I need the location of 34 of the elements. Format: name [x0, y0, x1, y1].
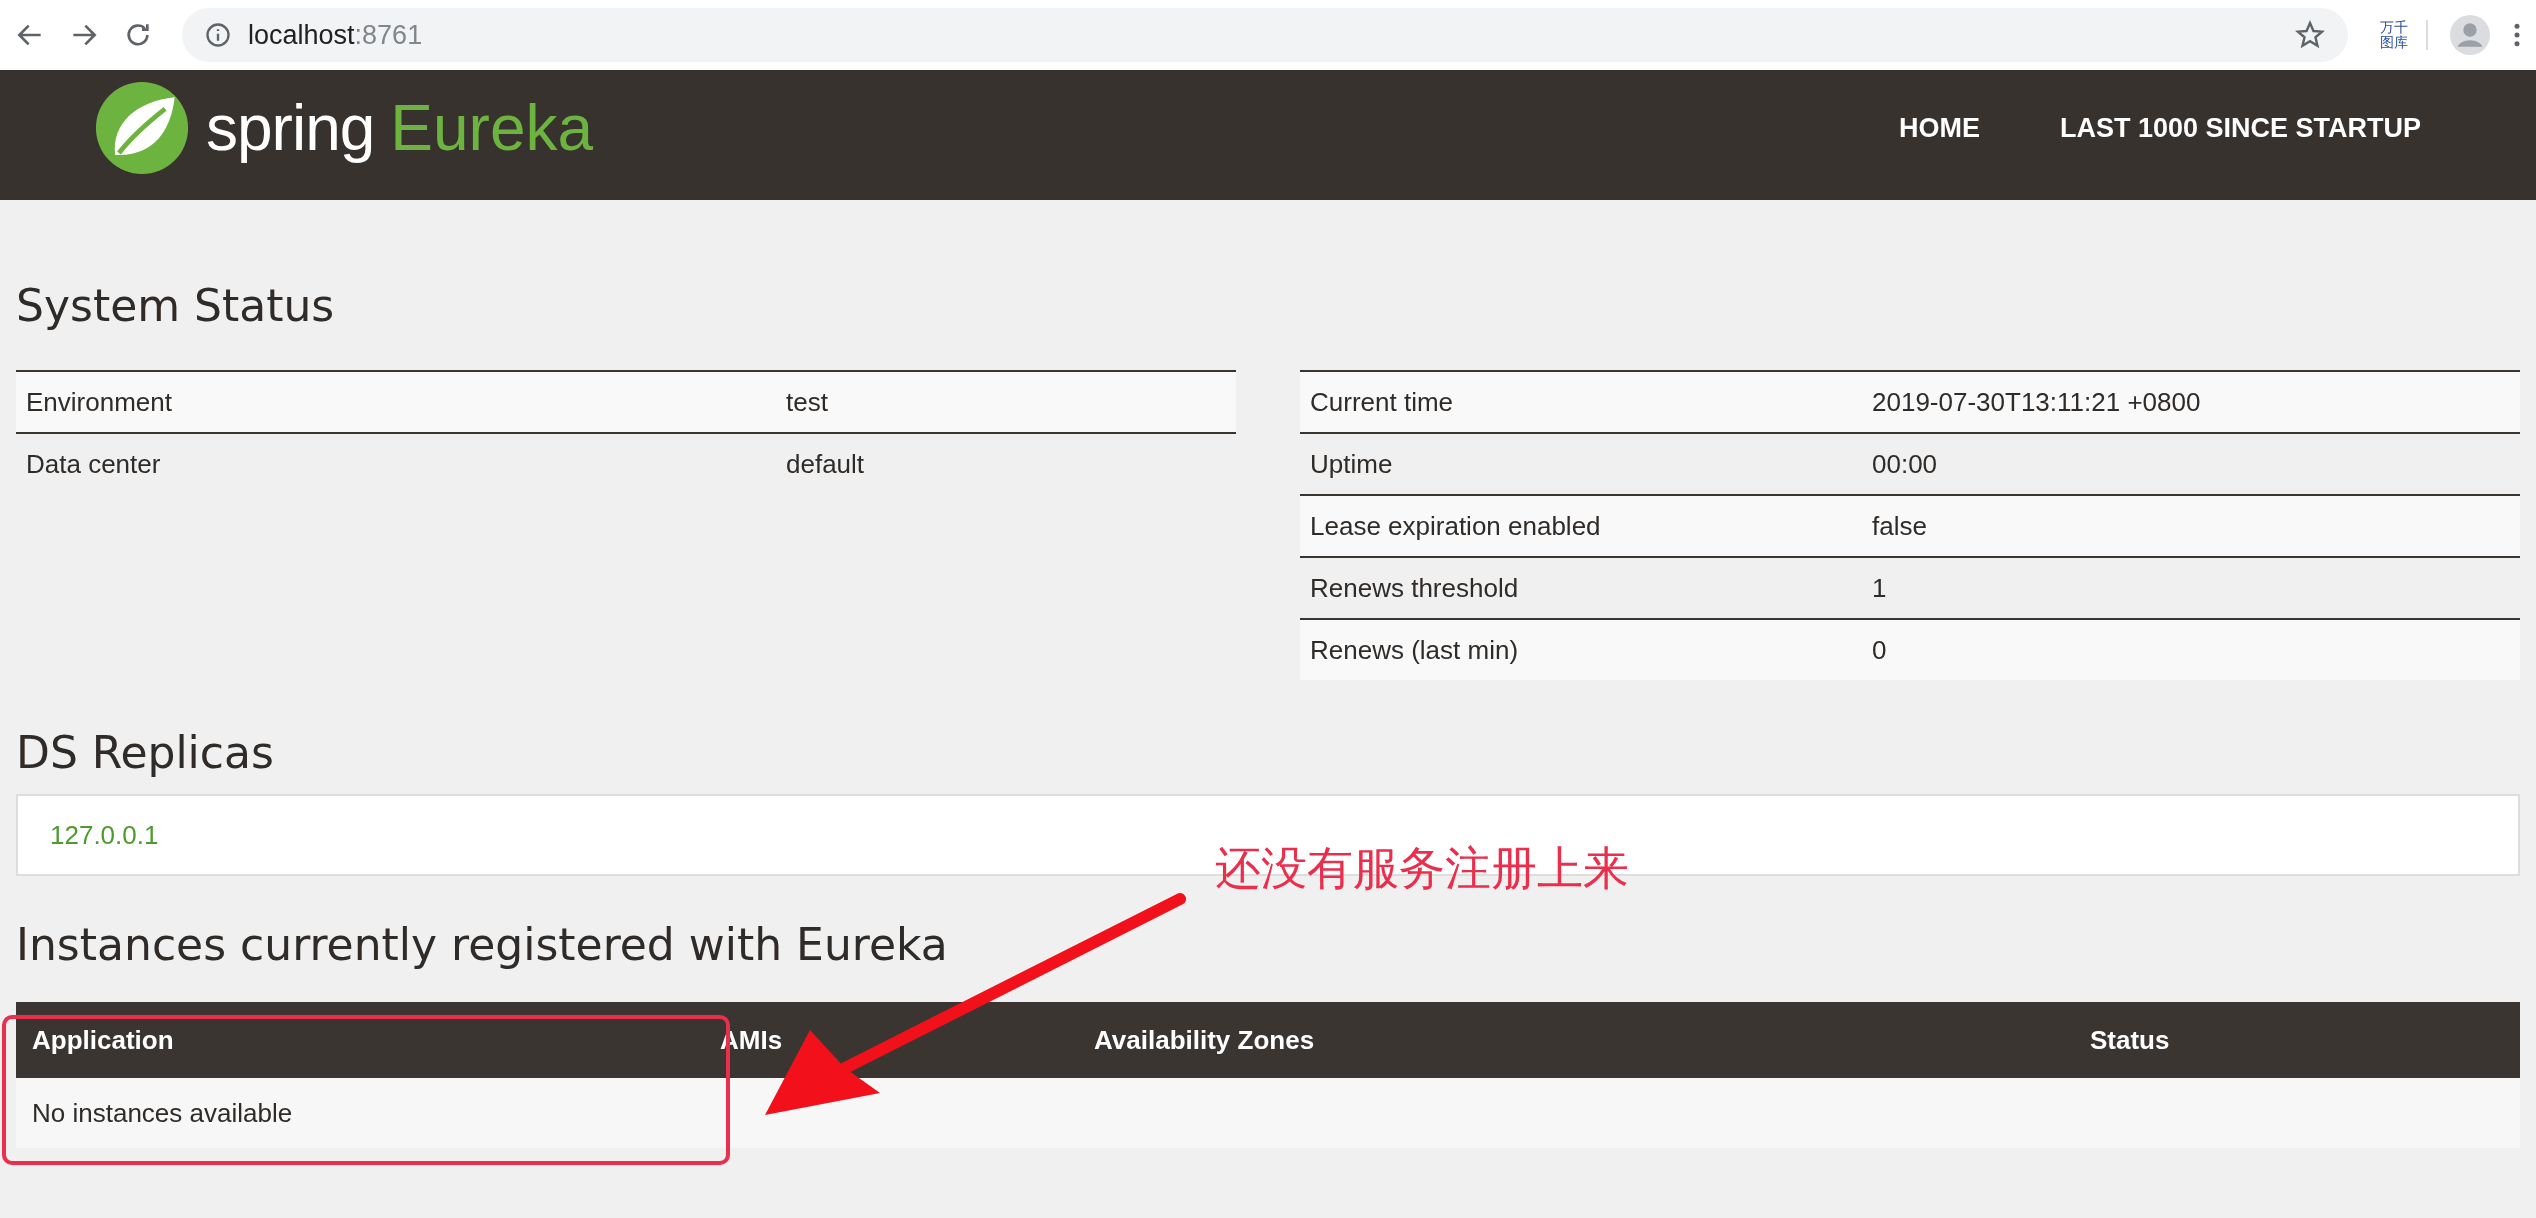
- leaf-logo-icon: [94, 80, 190, 176]
- section-heading: System Status: [16, 279, 336, 333]
- section-heading: DS Replicas: [16, 726, 275, 780]
- star-icon[interactable]: [2294, 19, 2326, 51]
- table-cell: No instances available: [32, 1097, 293, 1129]
- table-cell: 2019-07-30T13:11:21 +0800: [1872, 386, 2201, 418]
- column-header: Availability Zones: [1094, 1024, 1316, 1056]
- table-cell-text: Data center: [26, 448, 162, 480]
- address-bar[interactable]: localhost:8761: [182, 8, 2348, 62]
- table-cell-text: Renews threshold: [1310, 572, 1520, 604]
- nav-link[interactable]: LAST 1000 SINCE STARTUP: [2059, 112, 2421, 144]
- nav-link[interactable]: HOME: [1898, 112, 1980, 144]
- table-cell: false: [1872, 510, 1927, 542]
- info-icon[interactable]: [204, 21, 232, 49]
- table-cell-text: Current time: [1310, 386, 1455, 418]
- replica-link[interactable]: 127.0.0.1: [50, 819, 159, 851]
- table-cell: 00:00: [1872, 448, 1938, 480]
- url-text: localhost:8761: [248, 19, 424, 51]
- extension-button[interactable]: 万千 图库: [2380, 20, 2428, 50]
- table-cell: 1: [1872, 572, 1887, 604]
- table-cell: default: [786, 448, 865, 480]
- table-cell-text: Uptime: [1310, 448, 1394, 480]
- column-header: Application: [32, 1024, 175, 1056]
- avatar-icon[interactable]: [2450, 15, 2490, 55]
- table-cell: test: [786, 386, 828, 418]
- table-cell-text: Renews (last min): [1310, 634, 1520, 666]
- logo-product: Eureka: [390, 91, 594, 165]
- table-cell-text: Environment: [26, 386, 173, 418]
- logo-word: spring: [206, 91, 375, 165]
- annotation-text: 还没有服务注册上来: [1215, 840, 1629, 897]
- section-heading: Instances currently registered with Eureka: [16, 918, 949, 972]
- table-cell-text: Lease expiration enabled: [1310, 510, 1602, 542]
- column-header: Status: [2090, 1024, 2171, 1056]
- table-cell: 0: [1872, 634, 1887, 666]
